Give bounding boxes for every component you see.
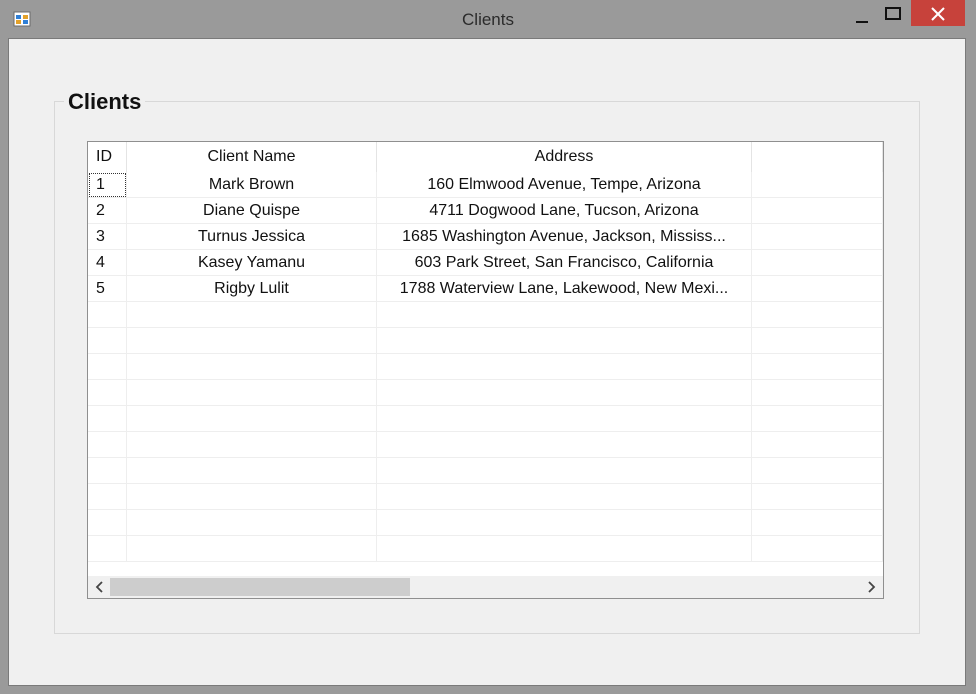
cell-address[interactable]: 4711 Dogwood Lane, Tucson, Arizona bbox=[377, 198, 752, 224]
cell-client-name[interactable]: Kasey Yamanu bbox=[127, 250, 377, 276]
grid-header: ID Client Name Address bbox=[88, 142, 883, 172]
empty-cell[interactable] bbox=[377, 302, 752, 328]
empty-cell[interactable] bbox=[127, 380, 377, 406]
empty-cell[interactable] bbox=[127, 302, 377, 328]
empty-cell[interactable] bbox=[377, 406, 752, 432]
empty-cell[interactable] bbox=[127, 354, 377, 380]
title-bar[interactable]: Clients bbox=[0, 0, 976, 38]
cell-id[interactable]: 1 bbox=[88, 172, 127, 198]
maximize-button[interactable] bbox=[877, 4, 911, 28]
empty-cell[interactable] bbox=[127, 406, 377, 432]
close-button[interactable] bbox=[911, 0, 965, 26]
empty-table-row[interactable] bbox=[88, 354, 883, 380]
empty-cell[interactable] bbox=[752, 328, 883, 354]
cell-address[interactable]: 1788 Waterview Lane, Lakewood, New Mexi.… bbox=[377, 276, 752, 302]
empty-cell[interactable] bbox=[88, 536, 127, 562]
empty-cell[interactable] bbox=[88, 484, 127, 510]
column-header-client-name[interactable]: Client Name bbox=[127, 142, 377, 172]
scroll-right-button[interactable] bbox=[863, 578, 879, 596]
empty-table-row[interactable] bbox=[88, 302, 883, 328]
cell-empty[interactable] bbox=[752, 172, 883, 198]
empty-cell[interactable] bbox=[752, 354, 883, 380]
empty-table-row[interactable] bbox=[88, 380, 883, 406]
empty-cell[interactable] bbox=[377, 380, 752, 406]
empty-cell[interactable] bbox=[88, 432, 127, 458]
chevron-left-icon bbox=[95, 581, 103, 593]
cell-client-name[interactable]: Rigby Lulit bbox=[127, 276, 377, 302]
empty-table-row[interactable] bbox=[88, 432, 883, 458]
cell-empty[interactable] bbox=[752, 250, 883, 276]
empty-cell[interactable] bbox=[127, 328, 377, 354]
empty-cell[interactable] bbox=[88, 380, 127, 406]
maximize-icon bbox=[885, 7, 901, 20]
empty-table-row[interactable] bbox=[88, 536, 883, 562]
cell-id[interactable]: 5 bbox=[88, 276, 127, 302]
empty-cell[interactable] bbox=[127, 432, 377, 458]
cell-client-name[interactable]: Turnus Jessica bbox=[127, 224, 377, 250]
empty-cell[interactable] bbox=[127, 458, 377, 484]
form-client-area: Clients ID Client Name Address 1 Mark Br… bbox=[8, 38, 966, 686]
cell-id[interactable]: 2 bbox=[88, 198, 127, 224]
empty-cell[interactable] bbox=[88, 406, 127, 432]
empty-cell[interactable] bbox=[88, 510, 127, 536]
cell-id[interactable]: 3 bbox=[88, 224, 127, 250]
empty-table-row[interactable] bbox=[88, 328, 883, 354]
empty-table-row[interactable] bbox=[88, 406, 883, 432]
empty-table-row[interactable] bbox=[88, 484, 883, 510]
empty-cell[interactable] bbox=[752, 380, 883, 406]
minimize-icon bbox=[856, 21, 868, 23]
empty-cell[interactable] bbox=[127, 510, 377, 536]
table-row[interactable]: 3 Turnus Jessica 1685 Washington Avenue,… bbox=[88, 224, 883, 250]
close-icon bbox=[931, 7, 945, 21]
cell-empty[interactable] bbox=[752, 224, 883, 250]
scroll-left-button[interactable] bbox=[92, 578, 108, 596]
cell-client-name[interactable]: Mark Brown bbox=[127, 172, 377, 198]
empty-cell[interactable] bbox=[377, 484, 752, 510]
cell-client-name[interactable]: Diane Quispe bbox=[127, 198, 377, 224]
table-row[interactable]: 1 Mark Brown 160 Elmwood Avenue, Tempe, … bbox=[88, 172, 883, 198]
empty-cell[interactable] bbox=[752, 458, 883, 484]
empty-cell[interactable] bbox=[88, 328, 127, 354]
empty-cell[interactable] bbox=[88, 302, 127, 328]
empty-cell[interactable] bbox=[377, 354, 752, 380]
scrollbar-thumb[interactable] bbox=[110, 578, 410, 596]
table-row[interactable]: 5 Rigby Lulit 1788 Waterview Lane, Lakew… bbox=[88, 276, 883, 302]
empty-table-row[interactable] bbox=[88, 510, 883, 536]
empty-cell[interactable] bbox=[127, 536, 377, 562]
empty-table-row[interactable] bbox=[88, 458, 883, 484]
table-row[interactable]: 2 Diane Quispe 4711 Dogwood Lane, Tucson… bbox=[88, 198, 883, 224]
empty-cell[interactable] bbox=[752, 432, 883, 458]
empty-cell[interactable] bbox=[752, 536, 883, 562]
empty-cell[interactable] bbox=[752, 406, 883, 432]
column-header-empty[interactable] bbox=[752, 142, 883, 172]
empty-cell[interactable] bbox=[377, 510, 752, 536]
minimize-button[interactable] bbox=[845, 6, 879, 30]
column-header-address[interactable]: Address bbox=[377, 142, 752, 172]
empty-cell[interactable] bbox=[752, 484, 883, 510]
cell-address[interactable]: 603 Park Street, San Francisco, Californ… bbox=[377, 250, 752, 276]
empty-cell[interactable] bbox=[88, 354, 127, 380]
cell-address[interactable]: 160 Elmwood Avenue, Tempe, Arizona bbox=[377, 172, 752, 198]
empty-cell[interactable] bbox=[88, 458, 127, 484]
clients-data-grid[interactable]: ID Client Name Address 1 Mark Brown 160 … bbox=[87, 141, 884, 599]
window-title: Clients bbox=[462, 10, 514, 29]
cell-id[interactable]: 4 bbox=[88, 250, 127, 276]
empty-cell[interactable] bbox=[377, 536, 752, 562]
cell-empty[interactable] bbox=[752, 276, 883, 302]
table-row[interactable]: 4 Kasey Yamanu 603 Park Street, San Fran… bbox=[88, 250, 883, 276]
empty-cell[interactable] bbox=[377, 458, 752, 484]
application-window: Clients Clients ID Client Name Address 1… bbox=[0, 0, 976, 694]
empty-cell[interactable] bbox=[377, 432, 752, 458]
cell-address[interactable]: 1685 Washington Avenue, Jackson, Mississ… bbox=[377, 224, 752, 250]
chevron-right-icon bbox=[868, 581, 876, 593]
column-header-id[interactable]: ID bbox=[88, 142, 127, 172]
empty-cell[interactable] bbox=[377, 328, 752, 354]
cell-empty[interactable] bbox=[752, 198, 883, 224]
horizontal-scrollbar[interactable] bbox=[88, 576, 883, 598]
empty-cell[interactable] bbox=[127, 484, 377, 510]
groupbox-title: Clients bbox=[64, 89, 146, 115]
empty-cell[interactable] bbox=[752, 302, 883, 328]
empty-cell[interactable] bbox=[752, 510, 883, 536]
